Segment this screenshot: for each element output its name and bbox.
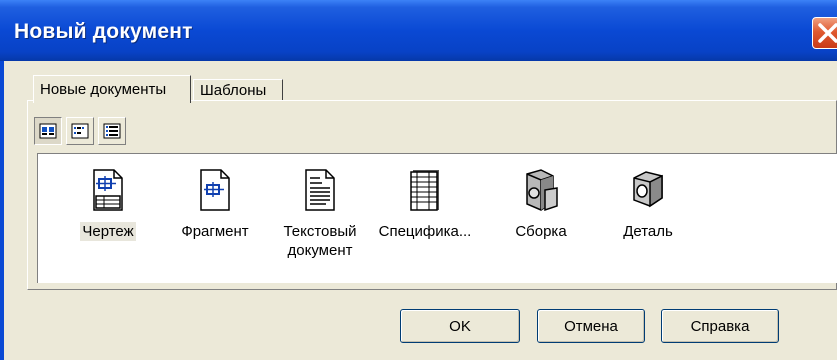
- list-item-part[interactable]: Деталь: [598, 168, 698, 241]
- title-bar[interactable]: Новый документ: [0, 0, 837, 61]
- small-icons-view-button[interactable]: [66, 117, 94, 145]
- document-label: Чертеж: [80, 222, 136, 241]
- close-button[interactable]: [812, 17, 837, 49]
- help-button[interactable]: Справка: [661, 309, 779, 343]
- new-document-dialog: Новый документ Новые документы Шаблоны Ч…: [0, 0, 837, 360]
- document-label: Текстовый документ: [283, 223, 357, 259]
- drawing-icon: [93, 169, 123, 211]
- list-item-assembly[interactable]: Сборка: [491, 168, 591, 241]
- list-view-button[interactable]: [98, 117, 126, 145]
- part-icon: [633, 171, 663, 208]
- list-item-text-document[interactable]: Текстовый документ: [270, 168, 370, 260]
- tab-label: Шаблоны: [200, 82, 267, 99]
- cancel-button[interactable]: Отмена: [537, 309, 645, 343]
- specification-icon: [410, 170, 439, 211]
- assembly-icon: [526, 169, 558, 212]
- text-document-icon: [305, 169, 335, 211]
- list-item-fragment[interactable]: Фрагмент: [165, 168, 265, 241]
- list-item-drawing[interactable]: Чертеж: [58, 168, 158, 241]
- ok-button[interactable]: OK: [400, 309, 520, 343]
- list-view-icon: [103, 123, 121, 139]
- document-label: Фрагмент: [181, 223, 249, 240]
- large-icons-view-icon: [39, 123, 57, 139]
- large-icons-view-button[interactable]: [34, 117, 62, 145]
- document-label: Специфика...: [378, 223, 472, 240]
- tab-templates[interactable]: Шаблоны: [193, 79, 283, 101]
- close-icon: [818, 23, 837, 43]
- window-border: [0, 61, 4, 360]
- document-list: Чертеж Фрагмент Текстовый документ Специ…: [37, 153, 837, 283]
- list-item-specification[interactable]: Специфика...: [375, 168, 475, 241]
- window-title: Новый документ: [14, 20, 193, 43]
- tab-label: Новые документы: [40, 81, 167, 98]
- fragment-icon: [200, 169, 230, 211]
- tab-new-documents[interactable]: Новые документы: [33, 75, 191, 103]
- document-label: Сборка: [515, 223, 567, 240]
- small-icons-view-icon: [71, 123, 89, 139]
- document-label: Деталь: [623, 223, 673, 240]
- view-toolbar: [34, 117, 126, 145]
